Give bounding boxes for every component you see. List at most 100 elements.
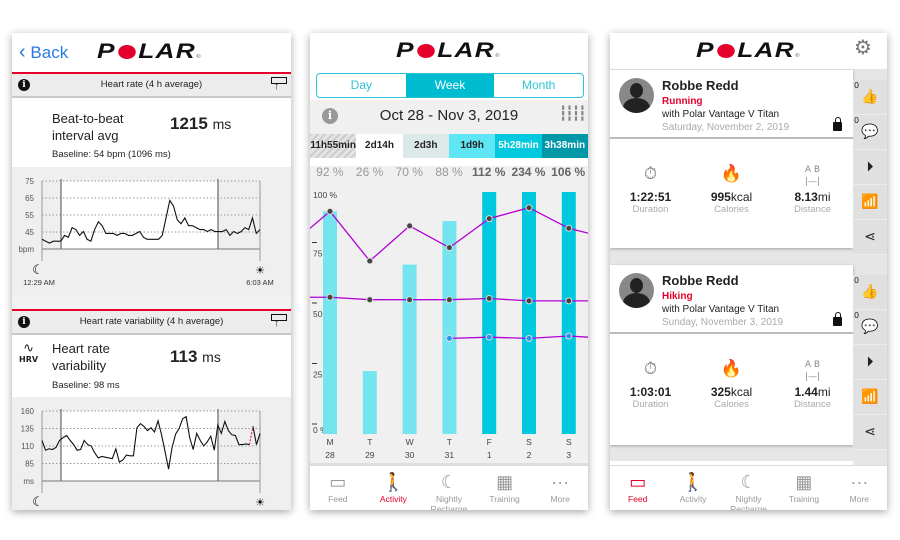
bottom-nav: ▭ Feed 🚶 Activity ☾ Nightly Recharge ▦ Train… — [310, 465, 588, 510]
tab-week[interactable]: Week — [405, 74, 495, 97]
nav-activity[interactable]: 🚶 Activity — [665, 466, 720, 510]
duration-cell: 2d3h — [402, 134, 449, 158]
calendar-icon: ▦ — [496, 472, 514, 492]
share-button[interactable]: ⋖ — [853, 220, 887, 255]
avatar[interactable] — [619, 78, 654, 113]
feed-card[interactable]: Robbe Redd Hiking with Polar Vantage V T… — [610, 265, 853, 445]
chart-settings-icon[interactable]: ┇┇┇┇ — [559, 106, 587, 122]
settings-gear-icon[interactable]: ⚙ — [854, 35, 872, 59]
trend-point — [525, 334, 533, 342]
export-icon[interactable] — [271, 77, 287, 93]
play-icon: ⏵ — [866, 159, 874, 175]
distance-ab-icon: A B |—| — [804, 165, 821, 187]
y-tick-label: 110 — [21, 442, 34, 451]
feed-screen: P LAR® ⚙ Robbe Redd Running with Polar Va… — [610, 33, 887, 510]
day-number: 30 — [405, 450, 415, 460]
hrv-section-header: i Heart rate variability (4 h average) — [12, 309, 291, 335]
play-icon: ⏵ — [866, 354, 874, 370]
analysis-button[interactable]: 📶 — [853, 185, 887, 220]
play-button[interactable]: ⏵ — [853, 150, 887, 185]
card-actions: 0 👍 0 💬 ⏵ 📶 ⋖ — [853, 275, 887, 450]
y-unit-label: bpm — [18, 245, 34, 254]
day-letter: W — [406, 437, 414, 447]
more-icon: ··· — [551, 472, 570, 492]
trend-point — [525, 297, 533, 305]
day-percentage: 70 % — [395, 165, 423, 179]
nav-nightly-recharge[interactable]: ☾ Nightly Recharge — [421, 466, 477, 510]
thumbs-up-icon: 👍 — [861, 284, 879, 300]
play-button[interactable]: ⏵ — [853, 345, 887, 380]
tab-month[interactable]: Month — [494, 74, 583, 97]
user-name[interactable]: Robbe Redd — [662, 78, 739, 93]
hr-metric-panel: Beat-to-beat interval avg 1215 ms Baselin… — [12, 98, 291, 167]
moon-icon: ☾ — [740, 472, 757, 492]
polar-logo: P LAR® — [696, 39, 801, 62]
hrv-metric-panel: ∿ HRV Heart rate variability 113 ms Baseli… — [12, 335, 291, 397]
user-name[interactable]: Robbe Redd — [662, 273, 739, 288]
share-icon: ⋖ — [864, 424, 876, 440]
day-percentage: 88 % — [435, 165, 463, 179]
duration-cell: 2d14h — [356, 134, 403, 158]
y-tick-label: 45 — [25, 228, 34, 237]
header: ‹ Back P LAR® — [12, 33, 291, 72]
nav-more[interactable]: ··· More — [832, 466, 887, 510]
sport-label: Running — [662, 96, 703, 107]
comment-button[interactable]: 0 💬 — [853, 310, 887, 345]
comment-icon: 💬 — [861, 319, 879, 335]
device-label: with Polar Vantage V Titan — [662, 304, 780, 315]
day-number: 3 — [566, 450, 571, 460]
day-letter: T — [447, 437, 452, 447]
feed-icon: ▭ — [629, 472, 647, 492]
info-icon[interactable]: i — [18, 316, 30, 328]
nav-more[interactable]: ··· More — [532, 466, 588, 510]
calories-stat: 🔥 995kcal Calories — [691, 164, 772, 215]
duration-stat: ⏱ 1:03:01 Duration — [610, 359, 691, 410]
avatar[interactable] — [619, 273, 654, 308]
sunrise-icon: ☀ — [255, 265, 265, 277]
trend-point — [565, 224, 573, 232]
stopwatch-icon: ⏱ — [643, 359, 658, 379]
section-title: Heart rate variability (4 h average) — [79, 316, 224, 327]
info-icon[interactable]: i — [18, 79, 30, 91]
moon-icon: ☾ — [440, 472, 458, 492]
metric-value: 1215 ms — [170, 114, 232, 133]
end-time: 6:03 AM — [246, 278, 274, 287]
trend-point — [366, 257, 374, 265]
nav-nightly-recharge[interactable]: ☾ Nightly Recharge — [721, 466, 776, 510]
trend-point — [565, 297, 573, 305]
nav-training[interactable]: ▦ Training — [776, 466, 831, 510]
back-button[interactable]: ‹ Back — [19, 41, 68, 64]
hrv-icon: ∿ HRV — [19, 341, 39, 364]
trend-point — [445, 244, 453, 252]
session-date: Saturday, November 2, 2019 — [662, 122, 790, 133]
nav-activity[interactable]: 🚶 Activity — [366, 466, 422, 510]
y-tick-label: 55 — [25, 211, 34, 220]
lock-icon — [833, 117, 842, 131]
day-percentage: 234 % — [511, 165, 546, 179]
header: P LAR® ⚙ — [610, 33, 887, 69]
y-tick-label: 100 % — [313, 190, 338, 200]
export-icon[interactable] — [271, 314, 287, 330]
card-actions: 0 👍 0 💬 ⏵ 📶 ⋖ — [853, 80, 887, 255]
tab-day[interactable]: Day — [317, 74, 406, 97]
activity-bar — [482, 192, 497, 434]
bar-chart-icon: 📶 — [861, 194, 879, 210]
comment-button[interactable]: 0 💬 — [853, 115, 887, 150]
activity-bar — [442, 221, 457, 434]
feed-card[interactable]: Robbe Redd Running with Polar Vantage V … — [610, 70, 853, 248]
duration-cell: 1d9h — [448, 134, 496, 158]
nav-training[interactable]: ▦ Training — [477, 466, 533, 510]
share-button[interactable]: ⋖ — [853, 415, 887, 450]
session-stats: ⏱ 1:03:01 Duration 🔥 325kcal Calories A B |—|… — [610, 359, 853, 410]
hr-chart: 75 65 55 45 bpm ☾ ☀ 12:29 AM 6:03 AM — [12, 167, 291, 297]
hr-section-header: i Heart rate (4 h average) — [12, 72, 291, 98]
nav-feed[interactable]: ▭ Feed — [610, 466, 665, 510]
nav-feed[interactable]: ▭ Feed — [310, 466, 366, 510]
date-range: Oct 28 - Nov 3, 2019 — [379, 107, 519, 124]
day-letter: T — [367, 437, 372, 447]
metric-label: Beat-to-beat interval avg — [52, 111, 124, 143]
trend-point — [406, 296, 414, 304]
analysis-button[interactable]: 📶 — [853, 380, 887, 415]
heart-rate-screen: ‹ Back P LAR® i Heart rate (4 h average) … — [12, 33, 291, 510]
y-tick-label: 65 — [25, 194, 34, 203]
